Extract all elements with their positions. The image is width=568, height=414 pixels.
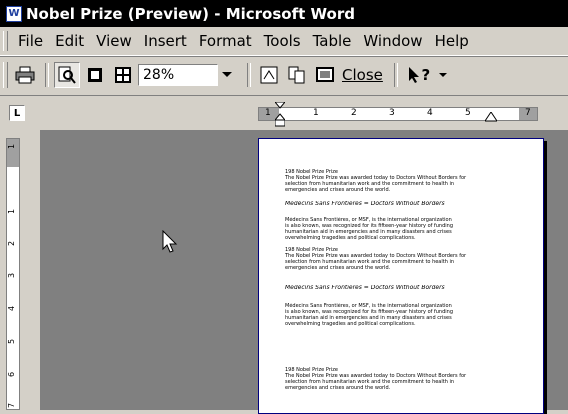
ruler-label: 7 [525, 108, 531, 118]
menu-insert[interactable]: Insert [138, 32, 193, 50]
mouse-pointer-icon [162, 230, 178, 253]
ruler-label: 7 [7, 402, 17, 409]
ruler-label: 4 [7, 305, 17, 312]
printer-icon [15, 66, 35, 84]
help-question-mark: ? [421, 66, 431, 84]
doc-heading: Médecins Sans Frontières = Doctors Witho… [285, 285, 445, 291]
ruler-label: 2 [7, 240, 17, 247]
zoom-dropdown-button[interactable] [218, 64, 236, 86]
title-bar[interactable]: W Nobel Prize (Preview) - Microsoft Word [0, 0, 568, 27]
shrink-to-fit-button[interactable] [284, 62, 310, 88]
ruler-label: 3 [389, 108, 395, 118]
one-page-icon [88, 68, 102, 82]
word-app-icon[interactable]: W [6, 5, 22, 22]
ruler-label: 5 [7, 338, 17, 345]
preview-workspace[interactable]: 198 Nobel Prize Prize The Nobel Prize Pr… [40, 130, 568, 414]
ruler-view-icon [260, 66, 278, 84]
help-pointer-icon [408, 67, 419, 83]
menu-edit[interactable]: Edit [49, 32, 90, 50]
multiple-pages-button[interactable] [110, 62, 136, 88]
ruler-label: 1 [265, 108, 271, 118]
doc-line: emergencies and crises around the world. [285, 265, 391, 271]
menu-file[interactable]: File [12, 32, 49, 50]
print-button[interactable] [12, 62, 38, 88]
right-indent-marker[interactable] [485, 112, 497, 122]
horizontal-ruler[interactable]: 1 1 2 3 4 5 7 [258, 102, 538, 127]
multiple-pages-icon [115, 67, 131, 83]
tab-selector[interactable]: L [9, 105, 25, 121]
view-ruler-button[interactable] [256, 62, 282, 88]
toolbar-grip[interactable] [3, 62, 8, 88]
ruler-label: 2 [351, 108, 357, 118]
ruler-label: 1 [7, 208, 17, 215]
chevron-down-icon [438, 72, 447, 77]
zoom-value: 28% [143, 67, 175, 83]
menu-bar: File Edit View Insert Format Tools Table… [0, 27, 568, 56]
toolbar-separator [45, 63, 49, 87]
menu-format[interactable]: Format [193, 32, 258, 50]
toolbar-separator [247, 63, 251, 87]
doc-line: emergencies and crises around the world. [285, 187, 391, 193]
one-page-button[interactable] [82, 62, 108, 88]
vertical-ruler[interactable]: 1 1 2 3 4 5 6 7 [0, 130, 40, 410]
ruler-label: 6 [7, 371, 17, 378]
toolbar-options-button[interactable] [437, 62, 449, 88]
menu-window[interactable]: Window [357, 32, 428, 50]
ruler-label: 4 [427, 108, 433, 118]
full-screen-button[interactable] [312, 62, 338, 88]
vertical-ruler-strip: 1 1 2 3 4 5 6 7 [6, 138, 20, 410]
ruler-label: 1 [313, 108, 319, 118]
ruler-row: L 1 1 2 3 4 5 7 [0, 95, 568, 130]
menubar-grip[interactable] [3, 31, 8, 51]
first-line-indent-marker[interactable] [275, 102, 285, 128]
close-preview-label: Close [342, 66, 383, 84]
shrink-to-fit-icon [288, 66, 305, 84]
menu-view[interactable]: View [90, 32, 138, 50]
print-preview-toolbar: 28% Close ? [0, 57, 568, 93]
context-help-button[interactable]: ? [403, 62, 435, 88]
magnifier-icon [58, 66, 76, 84]
doc-heading: Médecins Sans Frontières = Doctors Witho… [285, 201, 445, 207]
doc-line: emergencies and crises around the world. [285, 385, 391, 391]
magnifier-button[interactable] [54, 62, 80, 88]
doc-line: overwhelming tragedies and political com… [285, 235, 416, 241]
ruler-label: 5 [465, 108, 471, 118]
menu-table[interactable]: Table [307, 32, 358, 50]
full-screen-icon [316, 67, 334, 82]
chevron-down-icon [222, 72, 232, 77]
zoom-combobox[interactable]: 28% [138, 64, 218, 86]
doc-line: overwhelming tragedies and political com… [285, 321, 416, 327]
close-preview-button[interactable]: Close [342, 63, 383, 87]
window-title: Nobel Prize (Preview) - Microsoft Word [26, 4, 355, 23]
ruler-label: 3 [7, 272, 17, 279]
toolbar-separator [393, 63, 398, 87]
menu-tools[interactable]: Tools [258, 32, 307, 50]
ruler-label: 1 [7, 143, 17, 150]
menu-help[interactable]: Help [429, 32, 475, 50]
document-page[interactable]: 198 Nobel Prize Prize The Nobel Prize Pr… [258, 138, 544, 414]
